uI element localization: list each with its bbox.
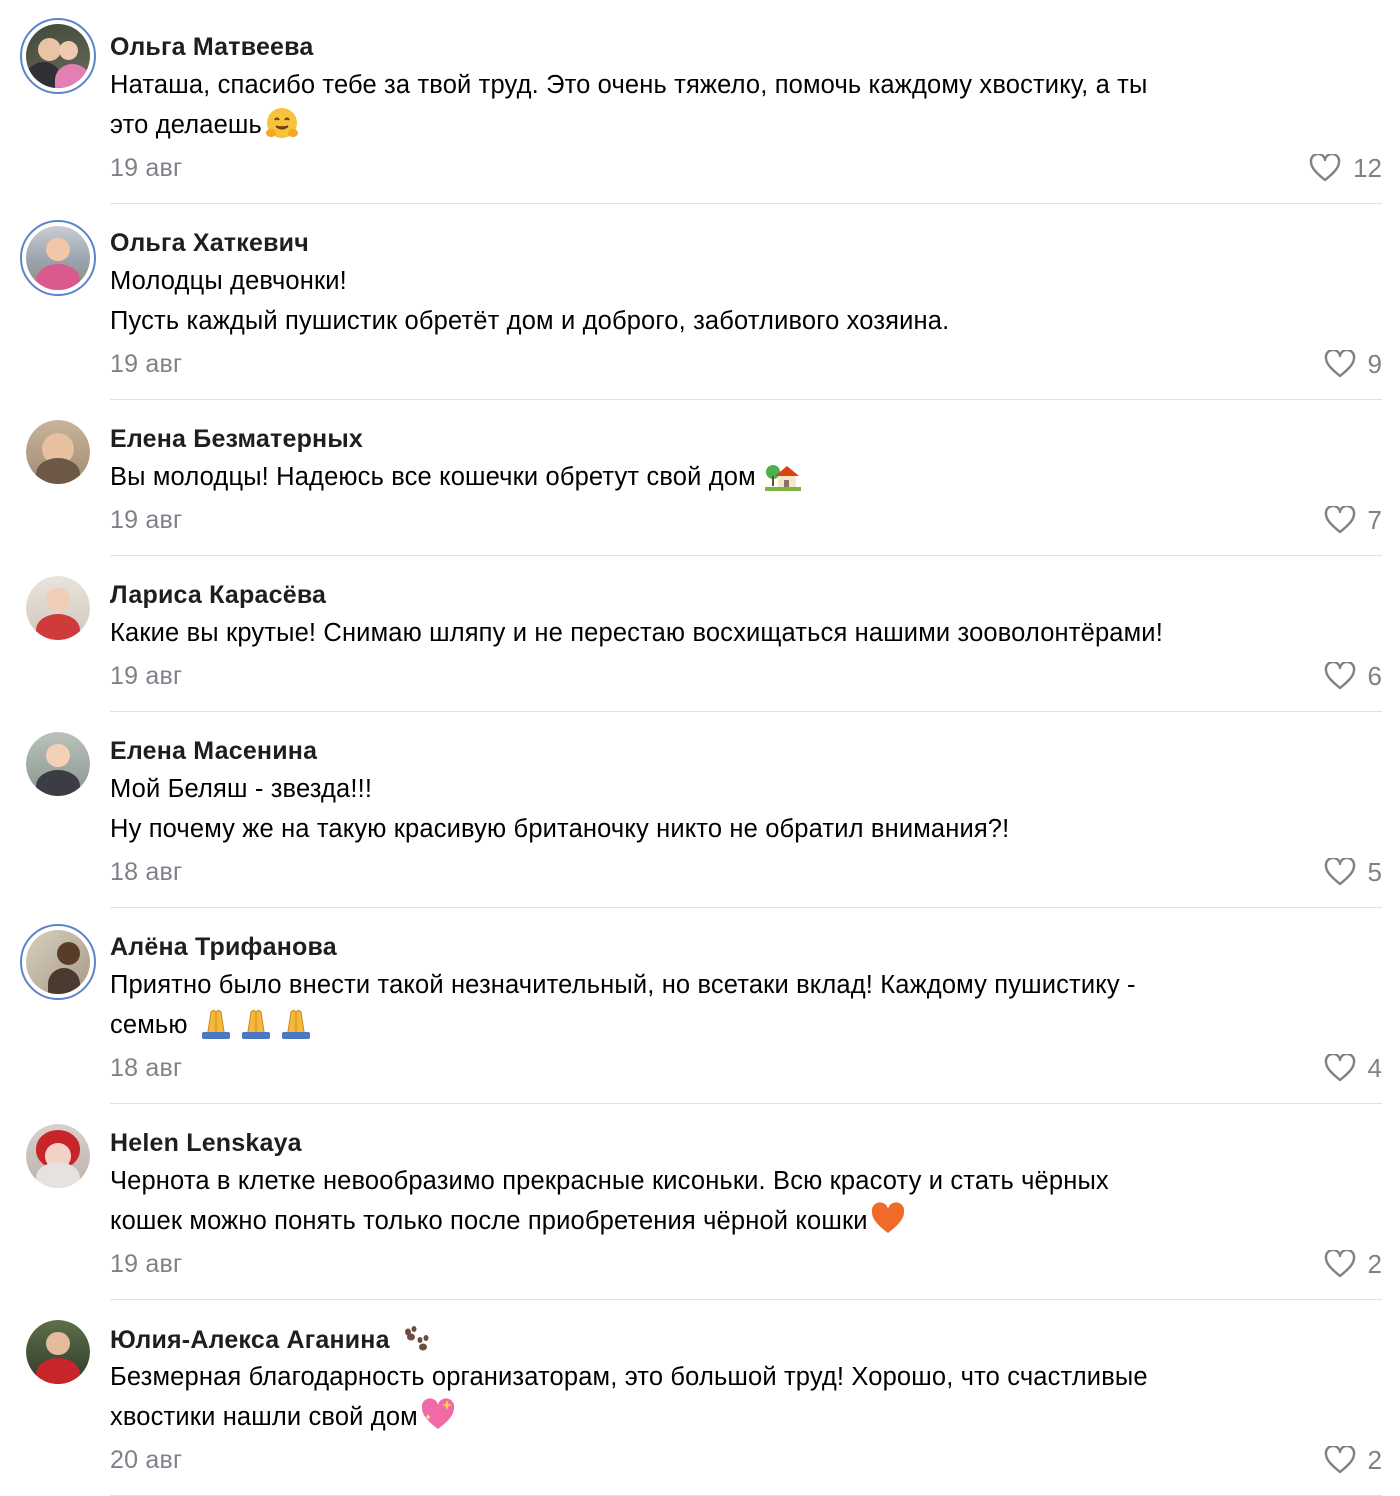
orange-heart-emoji [871, 1202, 904, 1233]
like-count: 12 [1353, 152, 1382, 183]
like-button[interactable]: 7 [1324, 505, 1382, 536]
hugging-face-emoji [265, 108, 298, 138]
comment-text: Чернота в клетке невообразимо прекрасные… [110, 1167, 1109, 1235]
comment-text: Вы молодцы! Надеюсь все кошечки обретут … [110, 457, 1382, 497]
comment-date: 19 авг [110, 505, 183, 534]
comment-author[interactable]: Ольга Хаткевич [110, 228, 1382, 258]
avatar[interactable] [20, 924, 96, 1000]
heart-icon [1324, 506, 1355, 534]
comment-date: 19 авг [110, 349, 183, 378]
comment-author[interactable]: Елена Масенина [110, 736, 1382, 766]
comment-date: 18 авг [110, 857, 183, 886]
comment-author[interactable]: Елена Безматерных [110, 424, 1382, 454]
comment-text: Молодцы девчонки! Пусть каждый пушистик … [110, 267, 950, 335]
folded-hands-emoji [201, 1009, 310, 1039]
avatar[interactable] [26, 732, 90, 796]
comment-text: Мой Беляш - звезда!!! Ну почему же на та… [110, 775, 1010, 843]
like-count: 5 [1367, 856, 1382, 887]
like-button[interactable]: 12 [1309, 153, 1382, 184]
heart-icon [1324, 1054, 1355, 1082]
comment-item: Алёна Трифанова Приятно было внести тако… [0, 908, 1400, 1104]
like-button[interactable]: 2 [1324, 1445, 1382, 1476]
comments-list: Ольга Матвеева Наташа, спасибо тебе за т… [0, 0, 1400, 1496]
avatar[interactable] [20, 220, 96, 296]
comment-text: Приятно было внести такой незначительный… [110, 971, 1136, 1039]
comment-date: 19 авг [110, 1249, 183, 1278]
comment-text: Какие вы крутые! Снимаю шляпу и не перес… [110, 619, 1163, 647]
avatar[interactable] [26, 1124, 90, 1188]
heart-icon [1324, 1250, 1355, 1278]
comment-author[interactable]: Helen Lenskaya [110, 1128, 1382, 1158]
comment-date: 19 авг [110, 153, 183, 182]
like-count: 2 [1367, 1248, 1382, 1279]
heart-icon [1324, 1446, 1355, 1474]
heart-icon [1309, 154, 1341, 182]
like-button[interactable]: 5 [1324, 857, 1382, 888]
comment-date: 18 авг [110, 1053, 183, 1082]
comment-author[interactable]: Юлия-Алекса Аганина [110, 1324, 1382, 1354]
comment-text: Безмерная благодарность организаторам, э… [110, 1363, 1148, 1431]
like-count: 9 [1367, 348, 1382, 379]
comment-date: 20 авг [110, 1445, 183, 1474]
heart-icon [1324, 350, 1355, 378]
like-count: 2 [1367, 1444, 1382, 1475]
comment-item: Helen Lenskaya Чернота в клетке невообра… [0, 1104, 1400, 1300]
sparkling-heart-emoji [421, 1398, 454, 1429]
heart-icon [1324, 662, 1355, 690]
like-button[interactable]: 6 [1324, 661, 1382, 692]
like-count: 6 [1367, 660, 1382, 691]
comment-item: Ольга Хаткевич Молодцы девчонки! Пусть к… [0, 204, 1400, 400]
like-button[interactable]: 4 [1324, 1053, 1382, 1084]
comment-item: Юлия-Алекса Аганина Безмерная благодарно… [0, 1300, 1400, 1496]
avatar[interactable] [26, 420, 90, 484]
paw-prints-icon [404, 1326, 429, 1351]
like-count: 7 [1367, 504, 1382, 535]
comment-author[interactable]: Лариса Карасёва [110, 580, 1382, 610]
comment-author[interactable]: Ольга Матвеева [110, 32, 1382, 62]
house-with-garden-emoji [765, 465, 802, 491]
avatar[interactable] [20, 18, 96, 94]
comment-text: Наташа, спасибо тебе за твой труд. Это о… [110, 71, 1148, 139]
avatar[interactable] [26, 1320, 90, 1384]
avatar[interactable] [26, 576, 90, 640]
comment-date: 19 авг [110, 661, 183, 690]
heart-icon [1324, 858, 1355, 886]
like-button[interactable]: 2 [1324, 1249, 1382, 1280]
comment-item: Лариса Карасёва Какие вы крутые! Снимаю … [0, 556, 1400, 712]
comment-item: Елена Безматерных Вы молодцы! Надеюсь вс… [0, 400, 1400, 556]
comment-item: Ольга Матвеева Наташа, спасибо тебе за т… [0, 0, 1400, 204]
like-count: 4 [1367, 1052, 1382, 1083]
comment-item: Елена Масенина Мой Беляш - звезда!!! Ну … [0, 712, 1400, 908]
comment-author[interactable]: Алёна Трифанова [110, 932, 1382, 962]
like-button[interactable]: 9 [1324, 349, 1382, 380]
